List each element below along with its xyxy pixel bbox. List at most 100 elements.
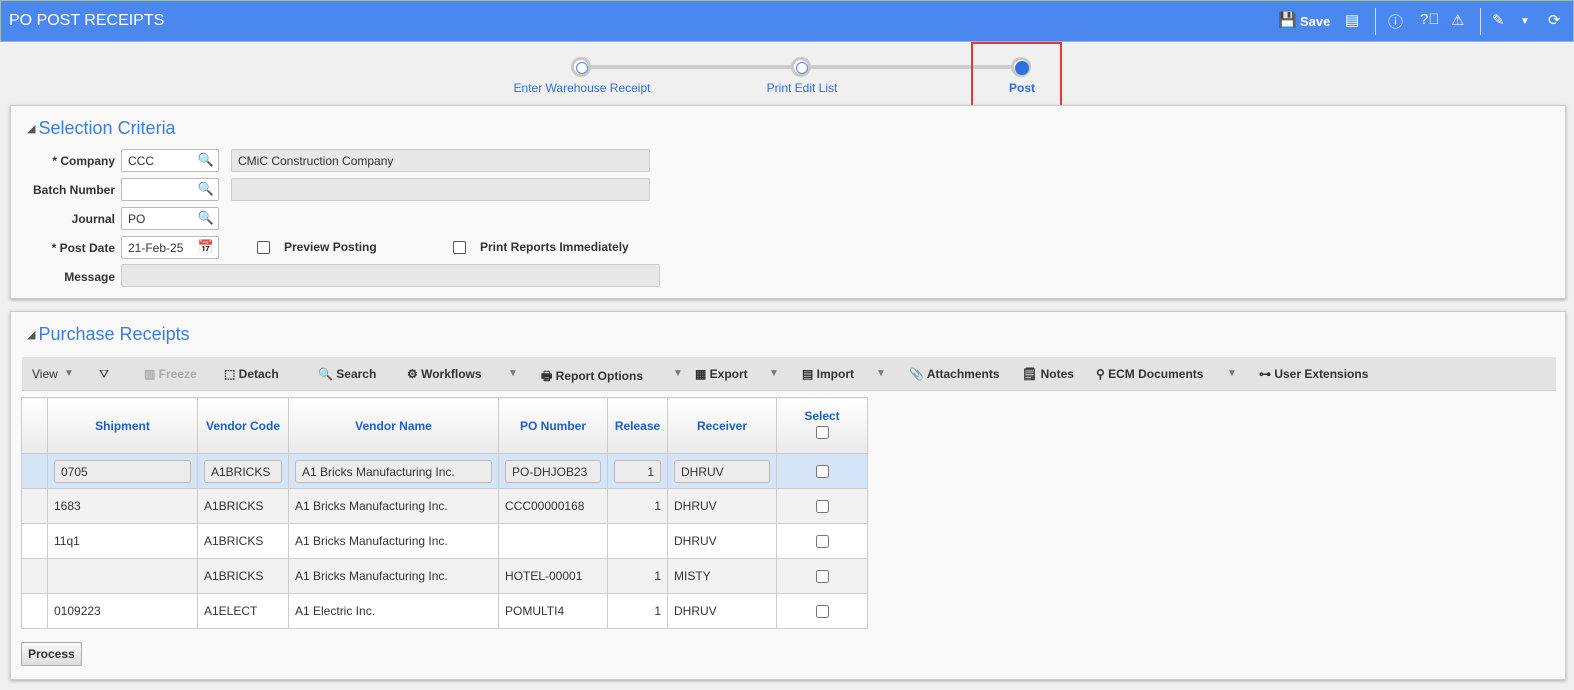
batch-input[interactable]: 🔍 <box>121 178 219 201</box>
filter-icon[interactable]: ⛛ <box>99 367 109 382</box>
journal-label: Journal <box>71 212 115 226</box>
col-select[interactable]: Select <box>776 397 868 454</box>
journal-input[interactable]: PO 🔍 <box>121 207 219 230</box>
app-header: PO POST RECEIPTS 💾 Save ▤ ⓘ ?⃝ ⚠ ✎ ▼ ⟳ <box>0 0 1574 42</box>
edit-icon[interactable]: ✎ <box>1492 11 1505 29</box>
company-label: * Company <box>52 154 115 168</box>
help-icon[interactable]: ?⃝ <box>1420 11 1440 28</box>
table-cell: MISTY <box>667 558 777 594</box>
table-cell: A1 Electric Inc. <box>288 593 499 629</box>
print-reports-checkbox[interactable] <box>453 241 466 254</box>
search-icon: 🔍 <box>197 210 214 225</box>
print-icon[interactable]: ▤ <box>1345 11 1359 29</box>
table-cell: 1 <box>607 488 668 524</box>
freeze-button[interactable]: ▥ Freeze <box>144 367 197 381</box>
row-select-checkbox[interactable] <box>816 569 829 583</box>
search-icon: 🔍 <box>197 181 214 196</box>
col-po-number[interactable]: PO Number <box>498 397 608 454</box>
warning-icon[interactable]: ⚠ <box>1451 11 1464 29</box>
cell-input[interactable]: DHRUV <box>674 459 770 483</box>
cell-input[interactable]: PO-DHJOB23 <box>505 459 601 483</box>
preview-posting-checkbox[interactable] <box>257 241 270 254</box>
post-date-input[interactable]: 21-Feb-25 📅 <box>121 236 219 259</box>
selection-criteria-panel: Selection Criteria * Company CCC🔍 CMiC C… <box>10 105 1566 299</box>
purchase-receipts-panel: Purchase Receipts View▼ ⛛ ▥ Freeze ⬚ Det… <box>10 311 1566 680</box>
refresh-icon[interactable]: ⟳ <box>1548 11 1561 29</box>
process-button[interactable]: Process <box>21 642 82 666</box>
message-field <box>121 264 660 287</box>
company-name-field: CMiC Construction Company <box>231 149 650 172</box>
message-label: Message <box>64 270 115 284</box>
cell-input[interactable]: 0705 <box>54 459 191 483</box>
table-cell: POMULTI4 <box>498 593 608 629</box>
table-cell: 1 <box>607 593 668 629</box>
step-2-marker[interactable] <box>791 57 811 77</box>
view-menu[interactable]: View <box>32 367 58 381</box>
table-cell: HOTEL-00001 <box>498 558 608 594</box>
table-cell: A1 Bricks Manufacturing Inc. <box>288 488 499 524</box>
cell-input[interactable]: A1 Bricks Manufacturing Inc. <box>295 459 492 483</box>
table-cell: DHRUV <box>667 488 777 524</box>
row-select-checkbox[interactable] <box>816 534 829 548</box>
info-icon[interactable]: ⓘ <box>1388 11 1403 32</box>
chevron-down-icon[interactable]: ▼ <box>1520 16 1530 27</box>
table-cell: A1 Bricks Manufacturing Inc. <box>288 523 499 559</box>
batch-label: Batch Number <box>32 183 115 197</box>
receipts-table: Shipment Vendor Code Vendor Name PO Numb… <box>21 397 868 629</box>
table-row[interactable]: 0109223 A1ELECT A1 Electric Inc. POMULTI4 1 D… <box>21 593 868 629</box>
cell-input[interactable]: 1 <box>614 459 661 483</box>
step-1-marker[interactable] <box>571 57 591 77</box>
table-row[interactable]: 11q1 A1BRICKS A1 Bricks Manufacturing Inc.… <box>21 523 868 559</box>
workflows-button[interactable]: ⚙ Workflows <box>407 367 482 381</box>
notes-button[interactable]: 🗒 Notes <box>1022 367 1074 381</box>
table-cell <box>47 558 198 594</box>
table-cell <box>498 523 608 559</box>
detach-button[interactable]: ⬚ Detach <box>224 367 279 381</box>
table-cell: 0109223 <box>47 593 198 629</box>
section-title[interactable]: Selection Criteria <box>27 118 176 139</box>
table-cell <box>607 523 668 559</box>
page-title: PO POST RECEIPTS <box>9 12 165 29</box>
col-shipment[interactable]: Shipment <box>47 397 198 454</box>
table-cell: 1 <box>607 558 668 594</box>
row-selector[interactable] <box>21 558 48 594</box>
table-cell: A1ELECT <box>197 593 289 629</box>
calendar-icon: 📅 <box>197 239 214 254</box>
cell-input[interactable]: A1BRICKS <box>204 459 282 483</box>
select-all-checkbox[interactable] <box>816 426 829 439</box>
row-select-checkbox[interactable] <box>816 464 829 478</box>
col-receiver[interactable]: Receiver <box>667 397 777 454</box>
table-cell: A1BRICKS <box>197 558 289 594</box>
report-options-button[interactable]: 🖶 Report Options <box>541 367 643 388</box>
save-button[interactable]: Save <box>1300 14 1330 29</box>
row-selector[interactable] <box>21 523 48 559</box>
attachments-button[interactable]: 📎 Attachments <box>909 367 1000 381</box>
ecm-documents-button[interactable]: ⚲ ECM Documents <box>1096 367 1203 381</box>
table-cell: 1683 <box>47 488 198 524</box>
user-extensions-button[interactable]: ⊶ User Extensions <box>1259 367 1368 381</box>
preview-posting-label: Preview Posting <box>284 240 377 254</box>
table-cell: A1 Bricks Manufacturing Inc. <box>288 558 499 594</box>
table-row[interactable]: 1683 A1BRICKS A1 Bricks Manufacturing Inc.… <box>21 488 868 524</box>
row-select-checkbox[interactable] <box>816 604 829 618</box>
search-button[interactable]: 🔍 Search <box>318 367 376 381</box>
save-icon[interactable]: 💾 <box>1278 11 1297 29</box>
col-release[interactable]: Release <box>607 397 668 454</box>
col-vendor-code[interactable]: Vendor Code <box>197 397 289 454</box>
table-row[interactable]: A1BRICKS A1 Bricks Manufacturing Inc. HOTE… <box>21 558 868 594</box>
section-title[interactable]: Purchase Receipts <box>27 324 190 345</box>
row-selector[interactable] <box>21 593 48 629</box>
table-cell: CCC00000168 <box>498 488 608 524</box>
export-button[interactable]: ▦ Export <box>695 367 748 381</box>
row-selector[interactable] <box>21 488 48 524</box>
table-cell: DHRUV <box>667 593 777 629</box>
row-select-checkbox[interactable] <box>816 499 829 513</box>
step-1-label[interactable]: Enter Warehouse Receipt <box>514 81 651 95</box>
company-input[interactable]: CCC 🔍 <box>121 149 219 172</box>
grid-toolbar: View ▼ ⛛ ▥ Freeze ⬚ Detach 🔍 Search ⚙ Wor… <box>22 357 1556 391</box>
step-2-label[interactable]: Print Edit List <box>767 81 838 95</box>
col-vendor-name[interactable]: Vendor Name <box>288 397 499 454</box>
row-selector[interactable] <box>21 453 48 489</box>
table-row[interactable]: 0705 A1BRICKS A1 Bricks Manufacturing Inc.… <box>21 453 868 489</box>
import-button[interactable]: ▤ Import <box>802 367 854 381</box>
